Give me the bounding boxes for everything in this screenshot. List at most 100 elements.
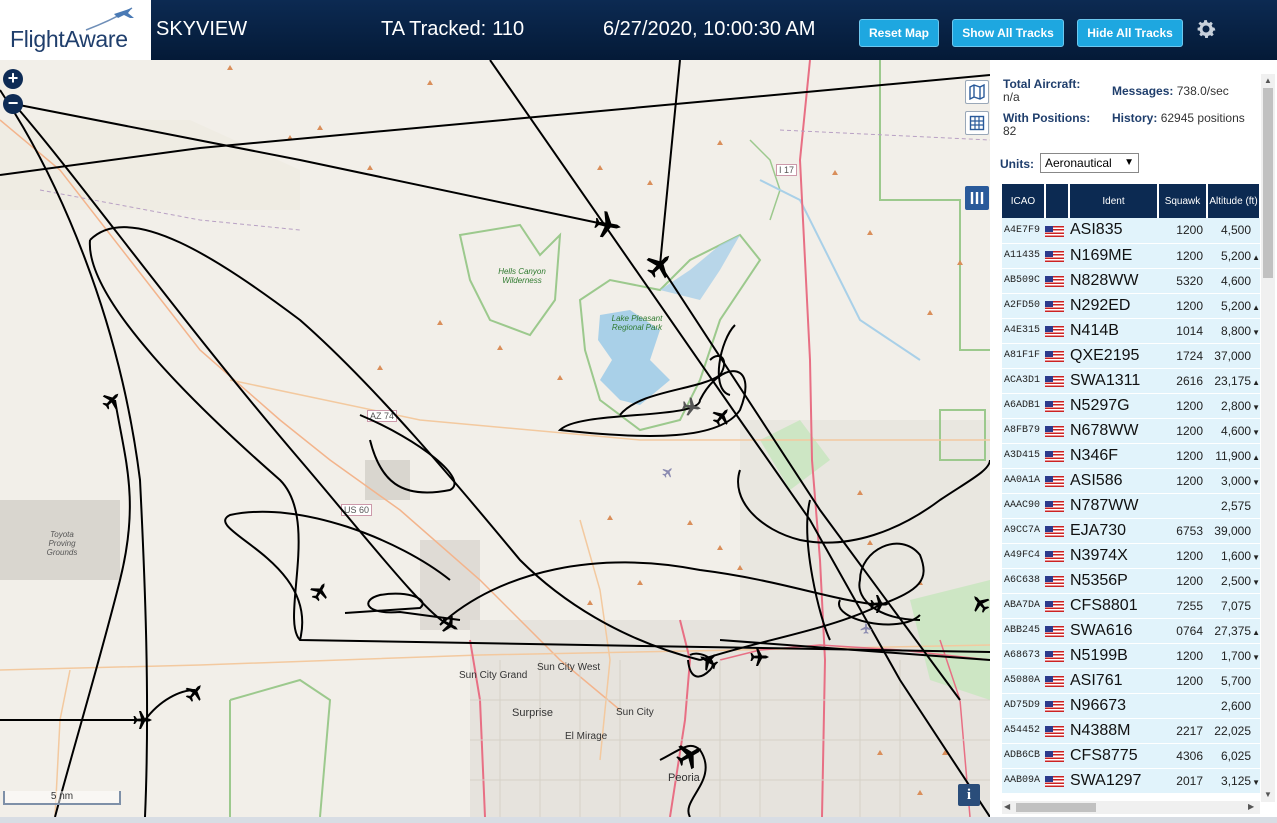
us-flag-icon [1045, 225, 1064, 237]
col-header-altitude[interactable]: Altitude (ft) [1207, 184, 1260, 218]
table-row[interactable]: ABB245 SWA616 0764 27,375▲ [1002, 618, 1260, 644]
aircraft-marker[interactable] [437, 612, 463, 638]
aircraft-marker[interactable] [641, 246, 679, 284]
scroll-down-icon[interactable]: ▼ [1264, 790, 1272, 799]
table-row[interactable]: A81F1F QXE2195 1724 37,000 [1002, 343, 1260, 369]
us-flag-icon [1045, 725, 1064, 737]
aircraft-marker[interactable] [870, 595, 890, 613]
table-row[interactable]: A6ADB1 N5297G 1200 2,800▼ [1002, 393, 1260, 419]
gear-icon[interactable] [1194, 17, 1218, 41]
table-row[interactable]: A9CC7A EJA730 6753 39,000 [1002, 518, 1260, 544]
map-canvas[interactable]: Hells Canyon Wilderness Lake Pleasant Re… [0, 60, 990, 817]
aircraft-marker[interactable] [750, 648, 770, 666]
scroll-left-icon[interactable]: ◀ [1004, 802, 1010, 811]
aircraft-table-container[interactable]: ICAO Ident Squawk Altitude (ft) A4E7F9 AS… [1002, 184, 1260, 799]
altitude-cell: 1,700▼ [1207, 643, 1260, 669]
vertical-scroll-thumb[interactable] [1263, 88, 1273, 278]
toggle-sidebar-button[interactable] [965, 186, 989, 210]
col-header-ident[interactable]: Ident [1069, 184, 1159, 218]
aircraft-marker[interactable] [860, 622, 872, 634]
table-row[interactable]: A2FD50 N292ED 1200 5,200▲ [1002, 293, 1260, 319]
altitude-cell: 2,800▼ [1207, 393, 1260, 419]
table-row[interactable]: A54452 N4388M 2217 22,025 [1002, 718, 1260, 744]
units-selected-value: Aeronautical [1045, 156, 1112, 170]
hide-all-tracks-button[interactable]: Hide All Tracks [1077, 19, 1183, 47]
aircraft-marker[interactable] [708, 403, 735, 430]
reset-map-button[interactable]: Reset Map [859, 19, 939, 47]
ident-cell: CFS8801 [1069, 593, 1158, 619]
horizontal-scrollbar[interactable]: ◀ ▶ [1002, 801, 1260, 814]
altitude-value: 4,600 [1220, 273, 1251, 288]
altitude-value: 2,800 [1221, 398, 1252, 413]
info-button[interactable]: i [958, 784, 980, 806]
tracked-count: 110 [492, 18, 525, 40]
table-row[interactable]: AAB09A SWA1297 2017 3,125▼ [1002, 768, 1260, 794]
map-grid-button[interactable] [965, 111, 989, 135]
aircraft-marker[interactable] [181, 679, 208, 706]
map-layers-button[interactable] [965, 80, 989, 104]
altitude-value: 6,025 [1220, 748, 1251, 763]
aircraft-marker[interactable] [660, 464, 676, 480]
squawk-cell: 1200 [1158, 243, 1207, 269]
flag-cell [1045, 768, 1069, 794]
messages-value: 738.0/sec [1176, 84, 1229, 98]
altitude-cell: 22,025 [1207, 718, 1260, 744]
logo-text: FlightAware [10, 26, 128, 52]
horizontal-scroll-thumb[interactable] [1016, 803, 1096, 812]
altitude-cell: 23,175▲ [1207, 368, 1260, 394]
aircraft-marker[interactable] [307, 578, 333, 604]
table-row[interactable]: AB509C N828WW 5320 4,600 [1002, 268, 1260, 294]
tracked-counter: TA Tracked: 110 [381, 18, 524, 41]
table-row[interactable]: A68673 N5199B 1200 1,700▼ [1002, 643, 1260, 669]
zoom-out-button[interactable]: − [3, 94, 23, 114]
altitude-value: 2,500 [1221, 573, 1252, 588]
table-row[interactable]: AAAC90 N787WW 2,575 [1002, 493, 1260, 519]
table-row[interactable]: A6C638 N5356P 1200 2,500▼ [1002, 568, 1260, 594]
altitude-value: 8,800 [1221, 323, 1252, 338]
table-row[interactable]: A11435 N169ME 1200 5,200▲ [1002, 243, 1260, 269]
icao-cell: AA0A1A [1002, 468, 1045, 494]
altitude-value: 4,600 [1221, 423, 1252, 438]
table-row[interactable]: A3D415 N346F 1200 11,900▲ [1002, 443, 1260, 469]
table-row[interactable]: A8FB79 N678WW 1200 4,600▼ [1002, 418, 1260, 444]
scroll-up-icon[interactable]: ▲ [1264, 76, 1272, 85]
table-row[interactable]: A4E315 N414B 1014 8,800▼ [1002, 318, 1260, 344]
squawk-cell: 1724 [1158, 343, 1207, 369]
flightaware-logo[interactable]: FlightAware [0, 0, 151, 60]
vertical-scrollbar[interactable]: ▲ ▼ [1261, 74, 1275, 802]
scale-label: 5 nm [50, 791, 74, 802]
aircraft-marker[interactable] [592, 209, 624, 241]
table-row[interactable]: ABA7DA CFS8801 7255 7,075 [1002, 593, 1260, 619]
table-row[interactable]: ADB6CB CFS8775 4306 6,025 [1002, 743, 1260, 769]
table-row[interactable]: AD75D9 N96673 2,600 [1002, 693, 1260, 719]
table-row[interactable]: A5080A ASI761 1200 5,700 [1002, 668, 1260, 694]
icao-cell: ABB245 [1002, 618, 1045, 644]
aircraft-marker[interactable] [681, 396, 703, 418]
col-header-flag[interactable] [1045, 184, 1070, 218]
flag-cell [1045, 543, 1069, 569]
table-row[interactable]: A4E7F9 ASI835 1200 4,500 [1002, 218, 1260, 244]
ident-cell: SWA1297 [1069, 768, 1158, 794]
table-row[interactable]: AA0A1A ASI586 1200 3,000▼ [1002, 468, 1260, 494]
show-all-tracks-button[interactable]: Show All Tracks [952, 19, 1064, 47]
aircraft-marker[interactable] [672, 737, 708, 773]
us-flag-icon [1045, 425, 1064, 437]
table-row[interactable]: ACA3D1 SWA1311 2616 23,175▲ [1002, 368, 1260, 394]
scroll-right-icon[interactable]: ▶ [1248, 802, 1254, 811]
units-select[interactable]: Aeronautical ▼ [1040, 153, 1139, 173]
aircraft-marker[interactable] [98, 387, 125, 414]
aircraft-marker[interactable] [133, 711, 153, 729]
squawk-cell: 1200 [1158, 643, 1207, 669]
ident-cell: N292ED [1069, 293, 1158, 319]
table-row[interactable]: A49FC4 N3974X 1200 1,600▼ [1002, 543, 1260, 569]
with-positions-value: 82 [1003, 124, 1017, 138]
col-header-icao[interactable]: ICAO [1002, 184, 1046, 218]
aircraft-marker[interactable] [695, 648, 721, 674]
flag-cell [1045, 568, 1069, 594]
aircraft-marker[interactable] [967, 590, 990, 617]
zoom-in-button[interactable]: + [3, 69, 23, 89]
icao-cell: A54452 [1002, 718, 1045, 744]
col-header-squawk[interactable]: Squawk [1158, 184, 1208, 218]
icao-cell: A4E315 [1002, 318, 1045, 344]
altitude-trend-icon: ▲ [1252, 377, 1260, 387]
